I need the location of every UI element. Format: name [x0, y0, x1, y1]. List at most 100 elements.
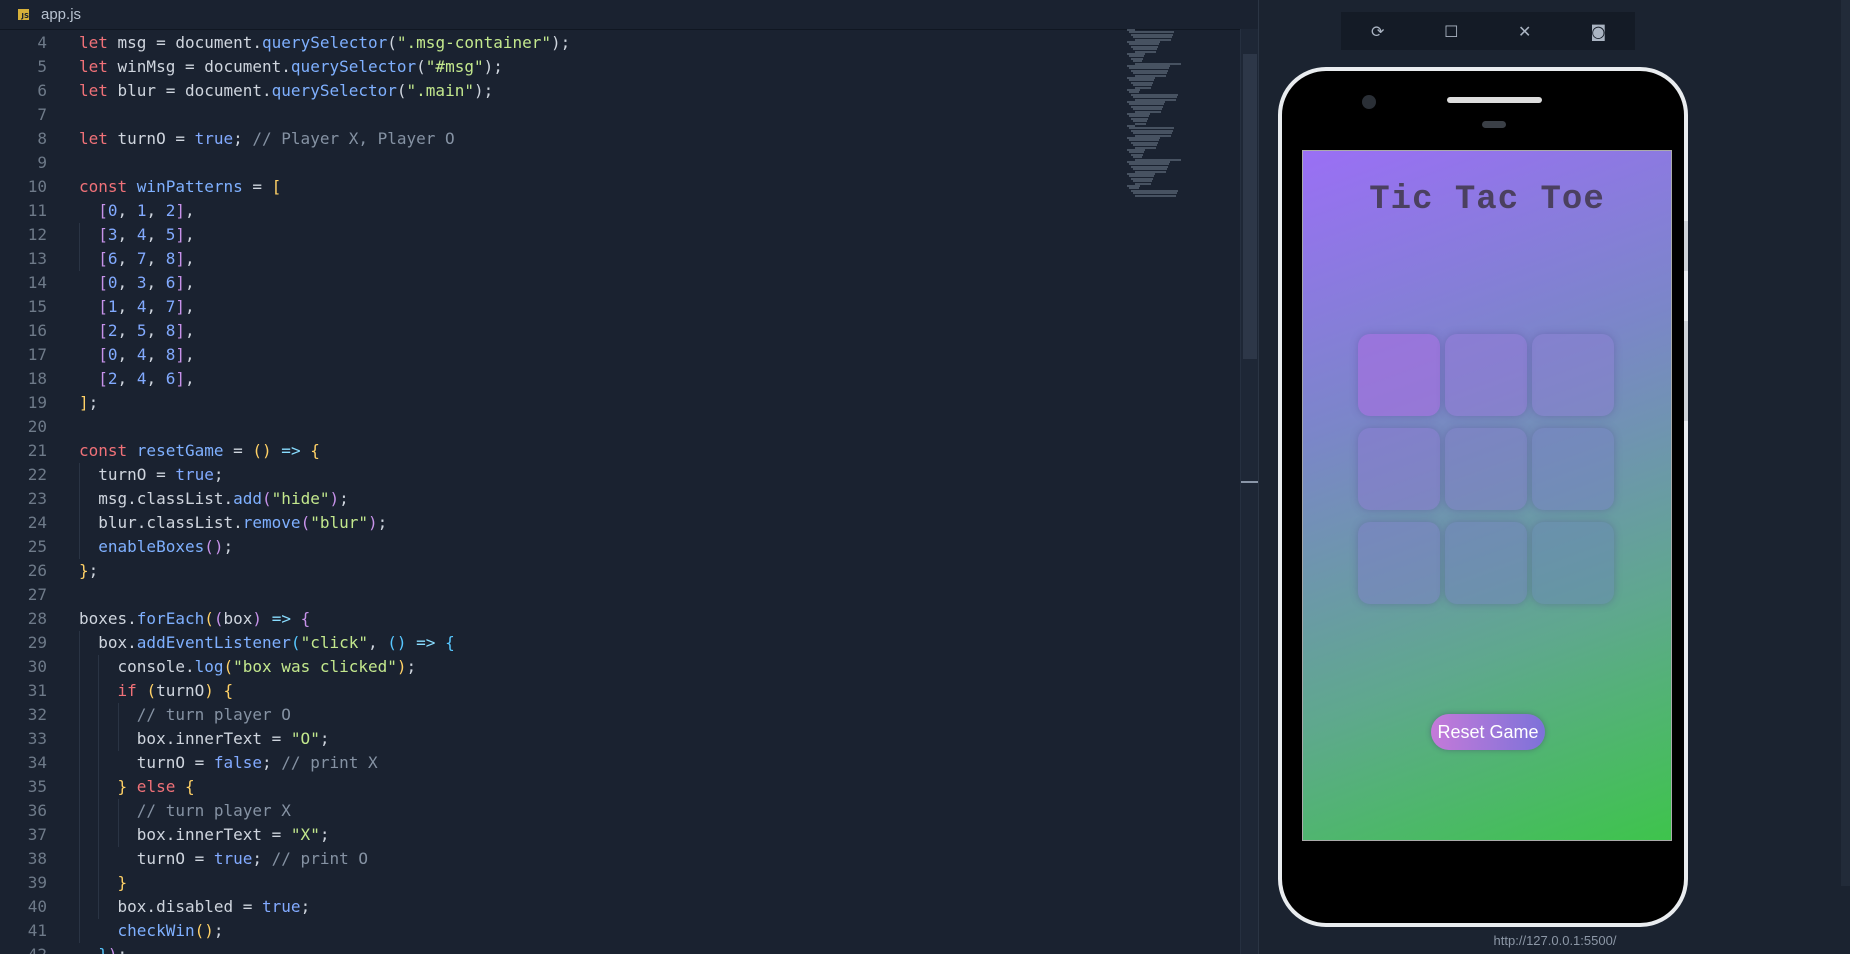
minimap-line — [1135, 122, 1146, 125]
code-token: { — [300, 609, 311, 628]
line-number: 10 — [27, 177, 47, 196]
game-box[interactable] — [1532, 428, 1614, 510]
code-token: "hide" — [271, 489, 330, 508]
code-token: querySelector — [262, 33, 388, 52]
code-token: console. — [79, 657, 195, 676]
code-token: "box was clicked" — [233, 657, 397, 676]
line-number: 36 — [27, 801, 47, 820]
code-token: ] — [79, 393, 89, 412]
code-token: ; — [118, 945, 128, 954]
code-token: if — [117, 681, 147, 700]
code-token: true — [194, 129, 234, 148]
code-token: , — [146, 369, 166, 388]
indent-guide — [79, 223, 80, 271]
code-token: box — [223, 609, 253, 628]
close-button[interactable]: ✕ — [1514, 20, 1536, 42]
code-token: [ — [98, 345, 108, 364]
code-token: () — [194, 921, 214, 940]
code-token: 4 — [136, 297, 147, 316]
camera-button[interactable]: ◙ — [1587, 20, 1609, 42]
code-token: , — [117, 345, 137, 364]
line-number: 7 — [37, 105, 47, 124]
code-token: checkWin — [117, 921, 195, 940]
game-box[interactable] — [1532, 334, 1614, 416]
line-number: 34 — [27, 753, 47, 772]
game-box[interactable] — [1358, 334, 1440, 416]
code-token: } — [79, 561, 89, 580]
code-token: () — [252, 441, 272, 460]
reload-button[interactable]: ⟳ — [1367, 20, 1389, 42]
code-token: => — [271, 441, 311, 460]
game-box[interactable] — [1358, 428, 1440, 510]
code-token: } — [117, 777, 128, 796]
line-number: 31 — [27, 681, 47, 700]
code-token: => — [406, 633, 446, 652]
code-token: 8 — [165, 249, 176, 268]
code-token: true — [175, 465, 214, 484]
game-box[interactable] — [1532, 522, 1614, 604]
line-number: 35 — [27, 777, 47, 796]
game-box[interactable] — [1445, 334, 1527, 416]
code-token: ] — [175, 345, 185, 364]
line-number: 12 — [27, 225, 47, 244]
code-token: ; — [233, 129, 253, 148]
code-token: , — [117, 273, 137, 292]
game-title: Tic Tac Toe — [1369, 181, 1605, 219]
code-token: ] — [175, 297, 185, 316]
line-number: 37 — [27, 825, 47, 844]
code-token: ) — [329, 489, 340, 508]
code-token: ( — [223, 657, 234, 676]
scrollbar-thumb[interactable] — [1243, 54, 1257, 359]
line-code: ]; — [79, 391, 98, 415]
line-code: msg.classList.add("hide"); — [79, 487, 348, 511]
code-token: [ — [271, 177, 282, 196]
code-token: 1 — [107, 297, 118, 316]
code-token: 5 — [136, 321, 147, 340]
code-token: 7 — [165, 297, 176, 316]
code-area[interactable]: 4 let msg = document.querySelector(".msg-… — [0, 29, 1240, 954]
game-box[interactable] — [1358, 522, 1440, 604]
game-box[interactable] — [1445, 522, 1527, 604]
code-token: , — [117, 249, 137, 268]
close-icon: ✕ — [1518, 21, 1532, 41]
code-token: false — [213, 753, 263, 772]
code-token: } — [98, 945, 108, 954]
code-token: ; — [223, 537, 234, 556]
code-token: const — [79, 177, 137, 196]
game-box[interactable] — [1445, 428, 1527, 510]
code-token: ; — [319, 825, 330, 844]
code-token: [ — [98, 273, 108, 292]
line-number: 25 — [27, 537, 47, 556]
tab-app-js[interactable]: JS app.js — [0, 0, 99, 29]
line-code: enableBoxes(); — [79, 535, 233, 559]
code-token: add — [233, 489, 263, 508]
code-token: ] — [175, 201, 185, 220]
line-number: 32 — [27, 705, 47, 724]
line-code: box.addEventListener("click", () => { — [79, 631, 454, 655]
minimap[interactable] — [1127, 29, 1181, 199]
line-number: 40 — [27, 897, 47, 916]
code-token: querySelector — [290, 57, 417, 76]
code-token: , — [185, 321, 195, 340]
line-code: }; — [79, 559, 98, 583]
indent-guide — [98, 655, 99, 919]
code-token: msg = document. — [117, 33, 263, 52]
line-number: 28 — [27, 609, 47, 628]
line-number: 23 — [27, 489, 47, 508]
line-code: [0, 4, 8], — [79, 343, 194, 367]
code-editor[interactable]: JS app.js 4 let msg = document.querySelec… — [0, 0, 1259, 954]
preview-scrollbar[interactable] — [1841, 0, 1850, 886]
line-code: if (turnO) { — [79, 679, 234, 703]
line-number: 24 — [27, 513, 47, 532]
line-number: 30 — [27, 657, 47, 676]
reset-game-button[interactable]: Reset Game — [1431, 714, 1545, 750]
code-token: 2 — [107, 321, 118, 340]
editor-scrollbar[interactable] — [1240, 29, 1259, 954]
line-number: 38 — [27, 849, 47, 868]
maximize-button[interactable]: ☐ — [1440, 20, 1462, 42]
code-token: ; — [319, 729, 330, 748]
line-code: const resetGame = () => { — [79, 439, 320, 463]
